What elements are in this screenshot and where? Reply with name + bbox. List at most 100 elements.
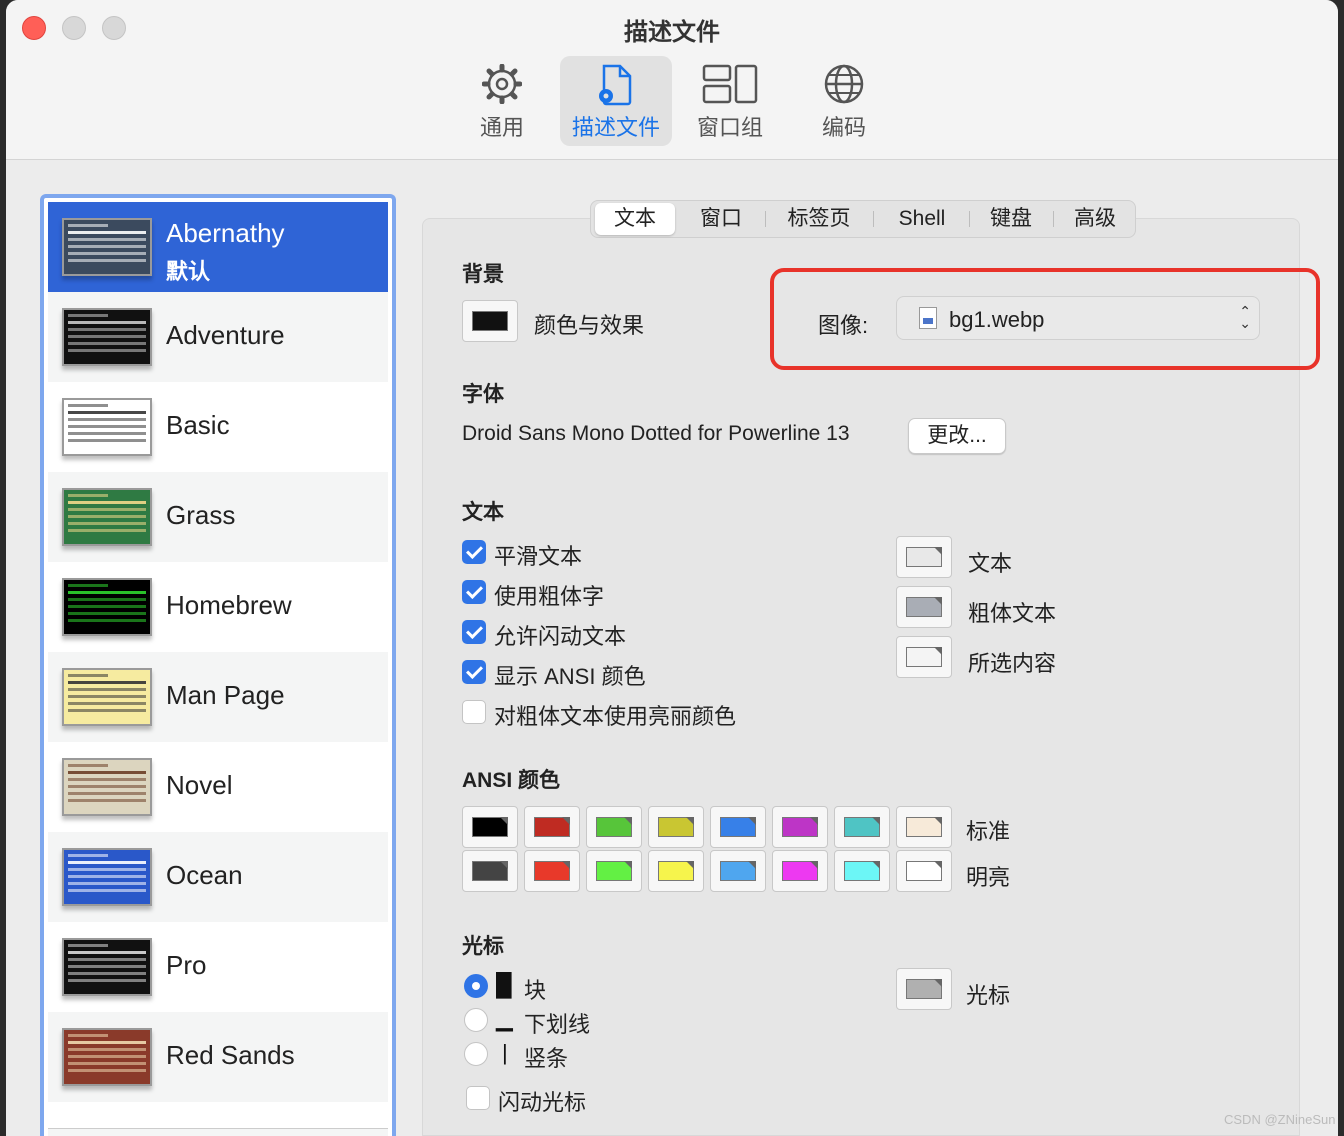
ansi-bright-color-well[interactable] bbox=[586, 850, 642, 892]
cursor-block-glyph: █ bbox=[496, 972, 512, 997]
toolbar-general-button[interactable]: 通用 bbox=[446, 56, 558, 146]
ansi-normal-label: 标准 bbox=[966, 819, 1011, 844]
text-color-swatch bbox=[906, 547, 942, 567]
ansi-color-swatch bbox=[720, 817, 756, 837]
text-color-well[interactable] bbox=[896, 536, 952, 578]
ansi-bright-color-well[interactable] bbox=[710, 850, 766, 892]
font-section-title: 字体 bbox=[462, 383, 504, 406]
profile-item[interactable]: Homebrew bbox=[48, 562, 388, 652]
bold-fonts-checkbox[interactable] bbox=[462, 580, 486, 604]
ansi-normal-color-well[interactable] bbox=[772, 806, 828, 848]
profile-item[interactable]: Basic bbox=[48, 382, 388, 472]
cursor-bar-glyph: | bbox=[502, 1040, 508, 1065]
toolbar-profiles-button[interactable]: 描述文件 bbox=[560, 56, 672, 146]
profile-thumbnail bbox=[62, 758, 152, 816]
bold-text-color-well[interactable] bbox=[896, 586, 952, 628]
profile-thumbnail bbox=[62, 488, 152, 546]
tab-text[interactable]: 文本 bbox=[595, 203, 675, 235]
ansi-bright-label: 明亮 bbox=[966, 865, 1011, 890]
profile-icon bbox=[599, 64, 632, 106]
profile-item[interactable]: Novel bbox=[48, 742, 388, 832]
bold-fonts-label: 使用粗体字 bbox=[494, 584, 605, 609]
profile-item[interactable]: Abernathy 默认 bbox=[48, 202, 388, 292]
tab-shell[interactable]: Shell bbox=[877, 203, 967, 235]
ansi-bright-color-well[interactable] bbox=[462, 850, 518, 892]
ansi-colors-checkbox[interactable] bbox=[462, 660, 486, 684]
ansi-bright-color-well[interactable] bbox=[524, 850, 580, 892]
text-section-title: 文本 bbox=[462, 501, 504, 524]
background-image-select[interactable]: bg1.webp ⌃ ⌄ bbox=[896, 296, 1260, 340]
profile-name: Pro bbox=[166, 950, 207, 980]
profile-name: Man Page bbox=[166, 680, 285, 710]
ansi-color-swatch bbox=[658, 817, 694, 837]
ansi-bright-color-well[interactable] bbox=[648, 850, 704, 892]
profile-thumbnail bbox=[62, 848, 152, 906]
cursor-underline-label: 下划线 bbox=[524, 1012, 591, 1037]
tab-divider bbox=[873, 211, 874, 227]
cursor-underline-radio[interactable] bbox=[464, 1008, 488, 1032]
blinking-text-checkbox[interactable] bbox=[462, 620, 486, 644]
watermark: CSDN @ZNineSun bbox=[1224, 1112, 1336, 1127]
ansi-normal-color-well[interactable] bbox=[524, 806, 580, 848]
ansi-bright-color-well[interactable] bbox=[772, 850, 828, 892]
toolbar-window-groups-label: 窗口组 bbox=[696, 115, 763, 140]
selection-color-swatch bbox=[906, 647, 942, 667]
profile-item[interactable]: Ocean bbox=[48, 832, 388, 922]
profile-name: Homebrew bbox=[166, 590, 292, 620]
profile-item[interactable]: Man Page bbox=[48, 652, 388, 742]
ansi-normal-color-well[interactable] bbox=[896, 806, 952, 848]
tab-divider bbox=[765, 211, 766, 227]
toolbar: 描述文件 通用 描述文件 窗口组 编码 bbox=[6, 0, 1338, 160]
background-color-well[interactable] bbox=[462, 300, 518, 342]
ansi-color-swatch bbox=[782, 817, 818, 837]
profile-item[interactable]: Adventure bbox=[48, 292, 388, 382]
profile-item[interactable]: Pro bbox=[48, 922, 388, 1012]
smooth-text-label: 平滑文本 bbox=[494, 544, 583, 569]
cursor-color-well[interactable] bbox=[896, 968, 952, 1010]
profile-thumbnail bbox=[62, 218, 152, 276]
selection-color-label: 所选内容 bbox=[968, 651, 1057, 676]
ansi-normal-color-well[interactable] bbox=[586, 806, 642, 848]
ansi-color-swatch bbox=[596, 861, 632, 881]
window-title: 描述文件 bbox=[624, 19, 720, 46]
profile-item[interactable]: Red Sands bbox=[48, 1012, 388, 1102]
font-value: Droid Sans Mono Dotted for Powerline 13 bbox=[462, 422, 850, 445]
ansi-normal-color-well[interactable] bbox=[834, 806, 890, 848]
ansi-color-swatch bbox=[534, 861, 570, 881]
profile-name: Basic bbox=[166, 410, 230, 440]
change-font-button[interactable]: 更改... bbox=[908, 418, 1006, 454]
tab-advanced[interactable]: 高级 bbox=[1057, 203, 1133, 235]
ansi-colors-label: 显示 ANSI 颜色 bbox=[494, 664, 646, 689]
bold-text-color-label: 粗体文本 bbox=[968, 601, 1057, 626]
cursor-bar-radio[interactable] bbox=[464, 1042, 488, 1066]
bright-bold-checkbox[interactable] bbox=[462, 700, 486, 724]
ansi-color-swatch bbox=[782, 861, 818, 881]
tab-tabs[interactable]: 标签页 bbox=[769, 203, 869, 235]
ansi-bright-color-well[interactable] bbox=[834, 850, 890, 892]
profile-list-footer bbox=[48, 1128, 388, 1136]
ansi-color-swatch bbox=[472, 817, 508, 837]
blink-cursor-checkbox[interactable] bbox=[466, 1086, 490, 1110]
tab-window[interactable]: 窗口 bbox=[681, 203, 761, 235]
toolbar-encoding-label: 编码 bbox=[821, 115, 866, 140]
cursor-block-label: 块 bbox=[524, 978, 547, 1003]
profile-name: Red Sands bbox=[166, 1040, 295, 1070]
ansi-normal-color-well[interactable] bbox=[648, 806, 704, 848]
cursor-bar-label: 竖条 bbox=[524, 1046, 569, 1071]
ansi-normal-color-well[interactable] bbox=[462, 806, 518, 848]
toolbar-general-label: 通用 bbox=[479, 115, 524, 140]
cursor-block-radio[interactable] bbox=[464, 974, 488, 998]
selection-color-well[interactable] bbox=[896, 636, 952, 678]
toolbar-encoding-button[interactable]: 编码 bbox=[788, 56, 900, 146]
profile-thumbnail bbox=[62, 398, 152, 456]
tab-keyboard[interactable]: 键盘 bbox=[973, 203, 1049, 235]
profile-item[interactable]: Grass bbox=[48, 472, 388, 562]
smooth-text-checkbox[interactable] bbox=[462, 540, 486, 564]
text-color-label: 文本 bbox=[968, 551, 1013, 576]
toolbar-window-groups-button[interactable]: 窗口组 bbox=[674, 56, 786, 146]
ansi-color-swatch bbox=[596, 817, 632, 837]
ansi-bright-color-well[interactable] bbox=[896, 850, 952, 892]
image-file-icon bbox=[919, 307, 937, 329]
profile-list[interactable]: Abernathy 默认 Adventure Basic Grass Homebrew Ma… bbox=[40, 194, 396, 1136]
ansi-normal-color-well[interactable] bbox=[710, 806, 766, 848]
